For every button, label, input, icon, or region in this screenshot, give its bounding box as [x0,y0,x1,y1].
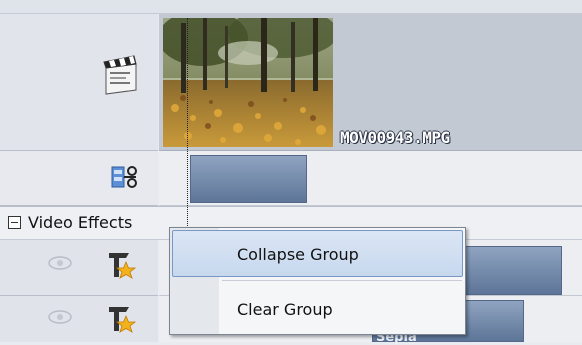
eye-icon[interactable] [47,309,73,325]
clip-thumbnail[interactable] [163,18,333,147]
scissors-film-icon[interactable] [110,163,140,191]
split-clip-bar[interactable] [190,155,307,203]
playhead[interactable] [187,18,188,238]
video-effects-label: Video Effects [28,213,133,232]
split-track-header[interactable] [0,151,158,206]
video-track-header[interactable] [0,14,158,151]
effect-clip-bar-1[interactable] [462,246,562,295]
video-effect-icon[interactable] [106,304,136,334]
clip-filename: MOV00943.MPG [340,128,450,147]
effect-track-header-1[interactable] [0,240,158,296]
menu-separator [222,280,462,281]
clapboard-icon [103,55,137,95]
eye-icon[interactable] [47,255,73,271]
menu-item-clear-group[interactable]: Clear Group [237,300,333,319]
minus-box-icon[interactable] [8,216,21,229]
video-effect-icon[interactable] [106,250,136,280]
menu-item-collapse-group-label: Collapse Group [237,245,359,264]
timeline-top-strip [0,0,582,14]
clip-thumbnail-image [163,18,333,147]
effect-track-header-2[interactable] [0,296,158,342]
